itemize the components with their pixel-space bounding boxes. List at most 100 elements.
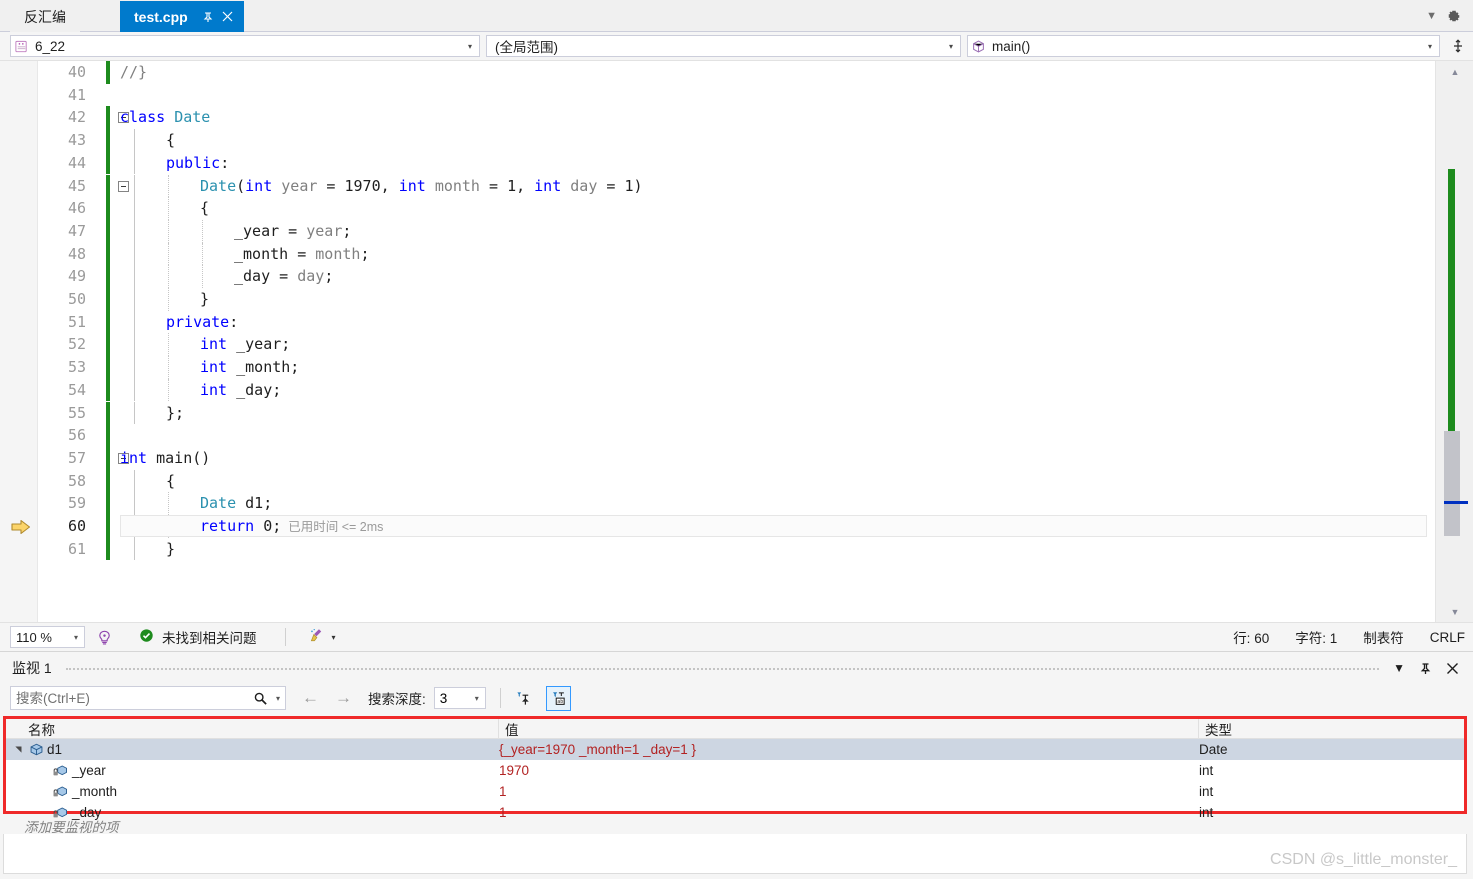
member-dropdown[interactable]: main() ▾ [967,35,1440,57]
pin-icon[interactable] [198,6,218,28]
code-line[interactable]: 60 return 0; 已用时间 <= 2ms [38,515,1435,538]
fold-collapse-icon[interactable] [118,180,129,192]
close-icon[interactable] [218,6,238,28]
watch-row-value[interactable]: 1 [499,784,1199,799]
chevron-down-icon[interactable]: ▾ [1421,42,1439,51]
code-line[interactable]: 40 //} [38,61,1435,84]
code-line[interactable]: 42 class Date [38,106,1435,130]
tab-test-cpp[interactable]: test.cpp [120,1,244,32]
editor-code-area[interactable]: 40//} 41 42 class Date 43{44 public: 45 Date(in… [38,61,1435,622]
project-dropdown-value: 6_22 [35,38,66,54]
indent-guide [168,265,169,288]
arrow-left-icon[interactable]: ← [302,688,319,708]
table-row[interactable]: _year 1970 int [6,760,1464,781]
code-line[interactable]: 49 _day = day; [38,265,1435,288]
member-dropdown-value: main() [992,38,1031,54]
indent-guide [202,219,203,243]
watch-row-name: _month [72,784,118,799]
code-token: { [200,199,210,218]
watch-row-value[interactable]: 1 [499,805,1199,820]
chevron-down-icon[interactable]: ▾ [271,694,285,703]
code-line[interactable]: 48 _month = month; [38,242,1435,266]
code-line[interactable]: 54 int _day; [38,378,1435,402]
code-line[interactable]: 55}; [38,401,1435,425]
tab-disassembly[interactable]: 反汇编 [10,1,80,32]
code-cleanup-button[interactable]: ▾ [308,627,336,647]
add-watch-placeholder[interactable]: 添加要监视的项 [24,816,119,836]
code-line[interactable]: 44 public: [38,151,1435,175]
code-line[interactable]: 46 { [38,197,1435,220]
code-line[interactable]: 53 int _month; [38,356,1435,379]
issues-status[interactable]: 未找到相关问题 [139,627,257,647]
search-input[interactable] [11,689,249,707]
editor-indicator-margin[interactable] [0,61,38,622]
code-line[interactable]: 57 int main() [38,446,1435,470]
gear-icon[interactable] [1447,9,1461,23]
arrow-right-icon[interactable]: → [335,688,352,708]
column-header-name[interactable]: 名称 [6,718,499,739]
chevron-down-icon[interactable]: ▼ [1426,10,1437,22]
editor-tab-strip: 反汇编 test.cpp ▼ [0,0,1473,32]
code-token: class [120,108,175,127]
watch-grid-body[interactable]: ◢ d1 {_year=1970 _month=1 _day=1 } Date _yea… [6,739,1464,823]
object-box-icon [25,742,47,757]
split-window-icon[interactable] [1447,35,1469,57]
watch-row-name-cell[interactable]: ◢ d1 [6,742,499,757]
code-line[interactable]: 61} [38,537,1435,561]
editor-vertical-scrollbar[interactable]: ▲ ▼ [1435,61,1473,622]
table-row[interactable]: _day 1 int [6,802,1464,823]
scroll-down-arrow-icon[interactable]: ▼ [1436,603,1473,621]
chevron-down-icon[interactable]: ▾ [942,42,960,51]
pin-filter-icon[interactable] [511,686,536,711]
watch-row-name-cell[interactable]: _year [6,763,499,778]
scroll-up-arrow-icon[interactable]: ▲ [1436,63,1473,81]
code-line[interactable]: 56 [38,424,1435,447]
close-icon[interactable] [1446,662,1459,675]
column-header-value[interactable]: 值 [499,718,1199,739]
indent-guide [134,129,135,152]
chevron-down-icon[interactable]: ▾ [68,633,84,642]
code-text: _year = year; [234,220,351,243]
zoom-level-dropdown[interactable]: 110 % ▾ [10,626,85,648]
code-line[interactable]: 51 private: [38,310,1435,334]
drag-handle[interactable] [65,668,1380,670]
intellicode-icon[interactable] [93,626,115,648]
expander-collapse-icon[interactable]: ◢ [14,743,23,757]
code-line[interactable]: 50} [38,288,1435,311]
code-line[interactable]: 58 { [38,469,1435,493]
watch-row-value[interactable]: {_year=1970 _month=1 _day=1 } [499,742,1199,757]
code-line[interactable]: 45 Date(int year = 1970, int month = 1, i… [38,174,1435,198]
code-token: { [166,131,176,150]
code-token: int [120,448,157,467]
editor-status-bar: 110 % ▾ 未找到相关问题 ▾ 行: 60 字符: 1 制表符 CRLF [0,622,1473,652]
pin-icon[interactable] [1419,662,1432,675]
chevron-down-icon[interactable]: ▾ [469,694,485,703]
watch-row-value[interactable]: 1970 [499,763,1199,778]
code-line[interactable]: 43 { [38,129,1435,152]
show-raw-values-icon[interactable]: ab [545,685,571,711]
watch-grid[interactable]: 名称 值 类型 ◢ d1 {_year=1970 _month=1 _day=1 }… [6,718,1464,820]
scope-dropdown[interactable]: (全局范围) ▾ [486,35,961,57]
chevron-down-icon[interactable]: ▾ [461,42,479,51]
watch-row-name-cell[interactable]: _month [6,784,499,799]
code-line[interactable]: 59 Date d1; [38,492,1435,515]
project-dropdown[interactable]: 6_22 ▾ [10,35,480,57]
watch-panel-header: 监视 1 ▼ [0,654,1473,682]
table-row[interactable]: _month 1 int [6,781,1464,802]
line-number: 60 [67,517,86,535]
search-magnifier-icon[interactable] [249,691,271,706]
code-line[interactable]: 52 int _year; [38,333,1435,357]
chevron-down-icon[interactable]: ▾ [332,633,336,642]
line-number: 44 [67,153,86,172]
chevron-down-icon[interactable]: ▼ [1393,661,1405,675]
code-line[interactable]: 41 [38,84,1435,107]
scrollbar-thumb[interactable] [1444,431,1460,536]
table-row[interactable]: ◢ d1 {_year=1970 _month=1 _day=1 } Date [6,739,1464,760]
column-header-type[interactable]: 类型 [1199,719,1464,739]
search-depth-dropdown[interactable]: 3 ▾ [433,687,486,709]
code-line[interactable]: 47 _year = year; [38,219,1435,243]
line-number: 42 [67,108,86,127]
search-box[interactable]: ▾ [10,686,286,710]
code-editor[interactable]: 40//} 41 42 class Date 43{44 public: 45 Date(in… [0,60,1473,622]
indent-guide [168,356,169,379]
